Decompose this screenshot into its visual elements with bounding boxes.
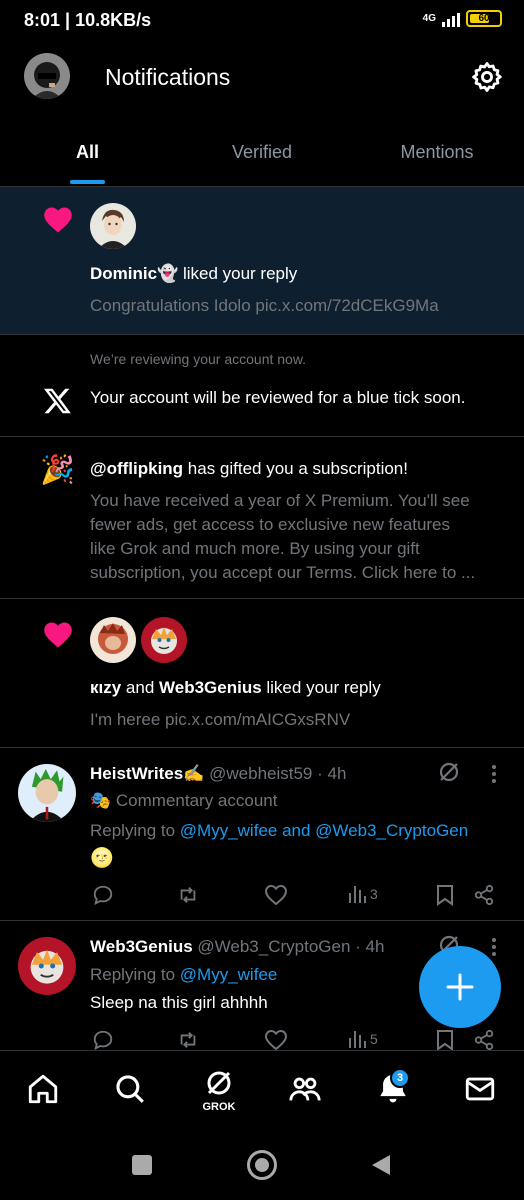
views-count[interactable]: 5 [348,1029,378,1049]
post-author-handle[interactable]: @webheist59 [209,764,312,783]
post-time: · 4h [350,937,385,956]
retweet-icon[interactable] [176,884,198,906]
x-logo-icon [43,386,73,416]
like-icon[interactable] [264,884,288,906]
notification-action: liked your reply [261,678,381,697]
author-emoji: ✍️ [183,764,205,783]
replying-to-users[interactable]: @Myy_wifee [180,965,278,984]
settings-gear-icon[interactable] [470,60,504,94]
recent-apps-button[interactable] [132,1155,152,1175]
views-count[interactable]: 3 [348,884,378,904]
tab-all[interactable]: All [40,142,135,163]
tab-mentions[interactable]: Mentions [382,142,492,163]
heart-icon [43,621,73,649]
user-emoji: 👻 [157,264,179,283]
notification-action: liked your reply [178,264,298,283]
grok-label: GROK [202,1101,236,1113]
views-icon [349,1031,366,1048]
notification-body-line: fewer ads, get access to exclusive new f… [90,515,451,534]
battery-icon: 60 [466,10,502,27]
notification-body-line: like Grok and much more. By using your g… [90,539,420,558]
avatar[interactable] [18,764,76,822]
post-header: HeistWrites✍️ @webheist59 · 4h [90,762,346,785]
notification-text: @offlipking has gifted you a subscriptio… [90,457,408,480]
post-header: Web3Genius @Web3_CryptoGen · 4h [90,935,384,958]
notification-action: has gifted you a subscription! [183,459,408,478]
conjunction: and [121,678,159,697]
home-dot [255,1158,269,1172]
reply-icon[interactable] [92,1029,114,1051]
back-button[interactable] [370,1153,392,1177]
bookmark-icon[interactable] [435,1029,457,1051]
post-body: Sleep na this girl ahhhh [90,993,268,1012]
status-indicators: 4G 60 [423,10,502,27]
bookmark-icon[interactable] [435,884,457,906]
home-system-button[interactable] [247,1150,277,1180]
heart-icon [43,206,73,234]
profile-avatar[interactable] [24,53,70,99]
grok-icon [207,1071,231,1095]
battery-level: 60 [478,13,490,24]
commentary-mask-icon: 🎭 [90,791,112,810]
notification-badge: 3 [390,1068,410,1088]
notification-body-line: subscription, you accept our Terms. Clic… [90,563,476,582]
post-author-name[interactable]: HeistWrites [90,764,183,783]
more-options-icon[interactable] [491,937,497,957]
page-title: Notifications [105,64,231,90]
tab-verified[interactable]: Verified [212,142,312,163]
views-number: 3 [370,886,378,902]
active-tab-indicator [70,180,105,184]
notification-body-line: You have received a year of X Premium. Y… [90,491,470,510]
search-icon[interactable] [113,1072,147,1106]
grok-tab[interactable]: GROK [198,1068,240,1116]
post-author-name[interactable]: Web3Genius [90,937,193,956]
compose-plus-button[interactable] [419,946,501,1028]
status-bar: 8:01 | 10.8KB/s 4G 60 [0,0,524,42]
mail-icon[interactable] [463,1072,497,1106]
bottom-navigation [0,1050,524,1135]
replying-prefix: Replying to [90,821,180,840]
username[interactable]: Dominic [90,264,157,283]
username[interactable]: Web3Genius [159,678,262,697]
party-popper-icon: 🎉 [40,454,75,485]
post-author-handle[interactable]: @Web3_CryptoGen [197,937,350,956]
status-time-speed: 8:01 | 10.8KB/s [24,10,152,30]
views-icon [349,886,366,903]
grok-icon[interactable] [437,760,461,784]
reply-icon[interactable] [92,884,114,906]
notification-text: Dominic👻 liked your reply [90,262,297,285]
replying-to-users[interactable]: @Myy_wifee and @Web3_CryptoGen [180,821,468,840]
retweet-icon[interactable] [176,1029,198,1051]
compose-plus-icon [446,973,474,1001]
avatar[interactable] [18,937,76,995]
username[interactable]: кιzy [90,678,121,697]
avatar[interactable] [141,617,187,663]
notification-preview: Congratulations Idolo pic.x.com/72dCEkG9… [90,296,439,315]
replying-to: Replying to @Myy_wifee and @Web3_CryptoG… [90,819,468,842]
avatar[interactable] [90,203,136,249]
avatar[interactable] [90,617,136,663]
more-options-icon[interactable] [491,764,497,784]
home-icon[interactable] [26,1072,60,1106]
username[interactable]: @offlipking [90,459,183,478]
replying-prefix: Replying to [90,965,180,984]
communities-icon[interactable] [288,1072,322,1106]
replying-to: Replying to @Myy_wifee [90,963,277,986]
notification-preview: I'm hereе pic.x.com/mAICGxsRNV [90,710,351,729]
views-number: 5 [370,1031,378,1047]
network-label: 4G [422,13,436,24]
notification-subtext: We’re reviewing your account now. [90,351,307,367]
notification-text: кιzy and Web3Genius liked your reply [90,676,381,699]
signal-icon [442,11,460,27]
commentary-text: Commentary account [115,791,278,810]
post-body: 🌝 [90,848,114,869]
share-icon[interactable] [473,884,495,906]
notification-text: Your account will be reviewed for a blue… [90,388,466,407]
like-icon[interactable] [264,1029,288,1051]
share-icon[interactable] [473,1029,495,1051]
commentary-label: 🎭 Commentary account [90,789,277,812]
post-time: · 4h [312,764,347,783]
